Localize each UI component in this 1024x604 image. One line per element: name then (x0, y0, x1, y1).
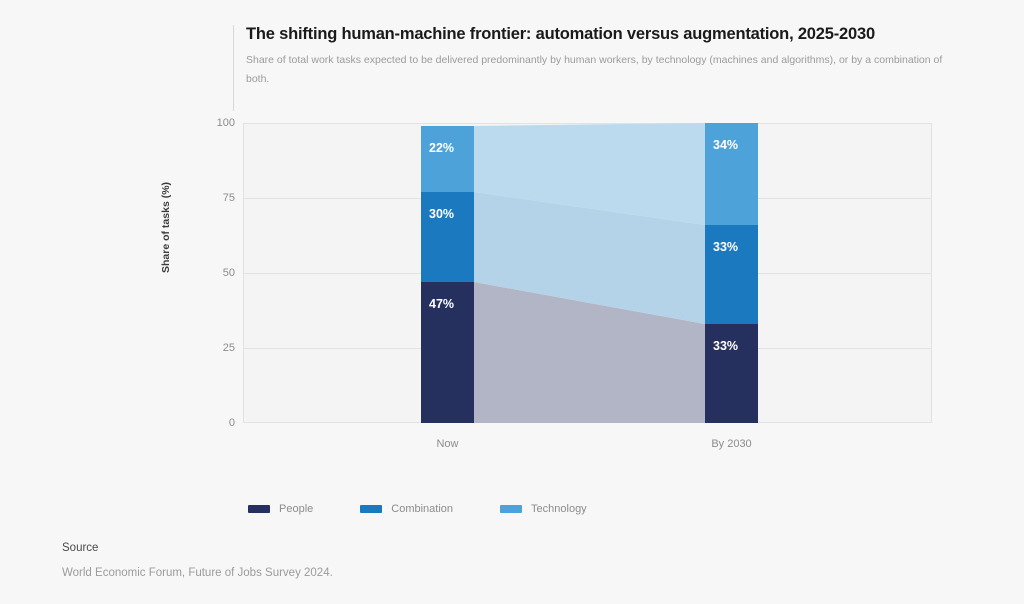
chart-page: The shifting human-machine frontier: aut… (0, 0, 1024, 604)
y-tick-label: 75 (222, 192, 235, 204)
chart-header: The shifting human-machine frontier: aut… (233, 24, 945, 89)
bar-segment-technology[interactable] (421, 126, 474, 192)
source-text: World Economic Forum, Future of Jobs Sur… (62, 567, 333, 579)
segment-label: 47% (429, 297, 455, 311)
source-footer: Source World Economic Forum, Future of J… (62, 542, 333, 579)
legend-item-people[interactable]: People (248, 503, 313, 515)
chart-title: The shifting human-machine frontier: aut… (246, 25, 875, 43)
segment-label: 30% (429, 207, 455, 221)
legend-swatch-icon (360, 505, 383, 513)
chart-legend: People Combination Technology (248, 503, 587, 515)
source-heading: Source (62, 542, 99, 554)
y-tick-label: 100 (216, 117, 235, 129)
segment-label: 22% (429, 141, 455, 155)
plot-area: 47% 30% 22% 33% 33% 34% (243, 123, 932, 423)
segment-label: 34% (713, 138, 739, 152)
legend-swatch-icon (248, 505, 270, 513)
legend-swatch-icon (500, 505, 523, 513)
bar-segment-combination[interactable] (421, 192, 474, 282)
x-tick-label: Now (436, 438, 459, 450)
alluvial-flow-bands (474, 123, 705, 423)
x-tick-label: By 2030 (711, 438, 752, 450)
segment-label: 33% (713, 240, 739, 254)
y-tick-label: 50 (222, 267, 235, 279)
legend-item-combination[interactable]: Combination (360, 503, 453, 515)
chart-subtitle: Share of total work tasks expected to be… (246, 54, 943, 85)
legend-label: Combination (391, 503, 454, 515)
y-tick-label: 25 (222, 342, 235, 354)
y-tick-label: 0 (228, 417, 235, 429)
legend-label: Technology (531, 503, 587, 515)
legend-label: People (279, 503, 314, 515)
segment-label: 33% (713, 339, 739, 353)
y-axis-title: Share of tasks (%) (160, 181, 172, 273)
legend-item-technology[interactable]: Technology (500, 503, 587, 515)
